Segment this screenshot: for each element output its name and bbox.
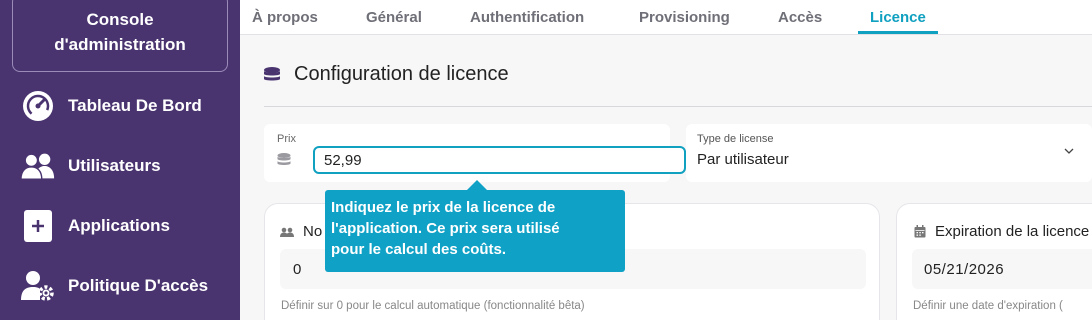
sidebar-item-label: Politique D'accès: [68, 276, 209, 295]
tab-provisioning[interactable]: Provisioning: [639, 9, 730, 26]
user-count-title: No: [303, 223, 323, 240]
expiration-title: Expiration de la licence: [935, 223, 1090, 240]
console-title-line1: Console: [86, 10, 154, 29]
price-input[interactable]: [313, 146, 686, 174]
tab-about[interactable]: À propos: [252, 9, 318, 26]
tab-license[interactable]: Licence: [870, 9, 926, 26]
tab-general[interactable]: Général: [366, 9, 422, 26]
license-type-select[interactable]: Type de license Par utilisateur: [686, 124, 1092, 182]
user-count-help: Définir sur 0 pour le calcul automatique…: [281, 300, 585, 312]
sidebar-item-label: Applications: [68, 216, 171, 235]
sidebar-item-users[interactable]: Utilisateurs: [0, 141, 240, 191]
sidebar-item-applications[interactable]: Applications: [0, 201, 240, 251]
tab-access[interactable]: Accès: [778, 9, 822, 26]
coins-icon: [262, 66, 282, 89]
dashboard-gauge-icon: [20, 88, 56, 124]
add-application-icon: [20, 208, 56, 244]
sidebar-item-label: Tableau De Bord: [68, 96, 202, 115]
tooltip-line: l'application. Ce prix sera utilisé: [331, 220, 560, 237]
sidebar-item-dashboard[interactable]: Tableau De Bord: [0, 81, 240, 131]
chevron-down-icon: [1063, 144, 1075, 162]
console-title-line2: d'administration: [54, 35, 186, 54]
tab-authentication[interactable]: Authentification: [470, 9, 584, 26]
price-tooltip: Indiquez le prix de la licence de l'appl…: [325, 190, 625, 272]
users-icon: [20, 148, 56, 184]
tooltip-line: pour le calcul des coûts.: [331, 241, 507, 258]
user-count-value: 0: [293, 261, 302, 278]
expiration-date-input[interactable]: 05/21/2026: [912, 249, 1092, 289]
active-tab-indicator: [858, 31, 938, 34]
page-title: Configuration de licence: [294, 63, 509, 85]
expiration-date-value: 05/21/2026: [924, 261, 1005, 278]
sidebar: Console d'administration Tableau De Bord…: [0, 0, 240, 320]
users-icon: [280, 225, 294, 243]
license-type-label: Type de license: [697, 133, 774, 145]
expiration-card: Expiration de la licence 05/21/2026 Défi…: [896, 203, 1092, 320]
console-title-box[interactable]: Console d'administration: [12, 0, 228, 72]
expiration-help: Définir une date d'expiration (: [913, 300, 1063, 312]
coins-icon: [276, 152, 292, 173]
price-field-card: Prix: [264, 124, 686, 182]
sidebar-item-label: Utilisateurs: [68, 156, 161, 175]
price-label: Prix: [277, 133, 296, 145]
license-type-value: Par utilisateur: [697, 151, 789, 168]
tab-bar: À propos Général Authentification Provis…: [240, 0, 1092, 35]
calendar-icon: [914, 225, 926, 243]
user-gear-icon: [20, 268, 56, 304]
title-divider: [264, 106, 1092, 107]
sidebar-item-access-policy[interactable]: Politique D'accès: [0, 261, 240, 311]
tooltip-line: Indiquez le prix de la licence de: [331, 199, 556, 216]
